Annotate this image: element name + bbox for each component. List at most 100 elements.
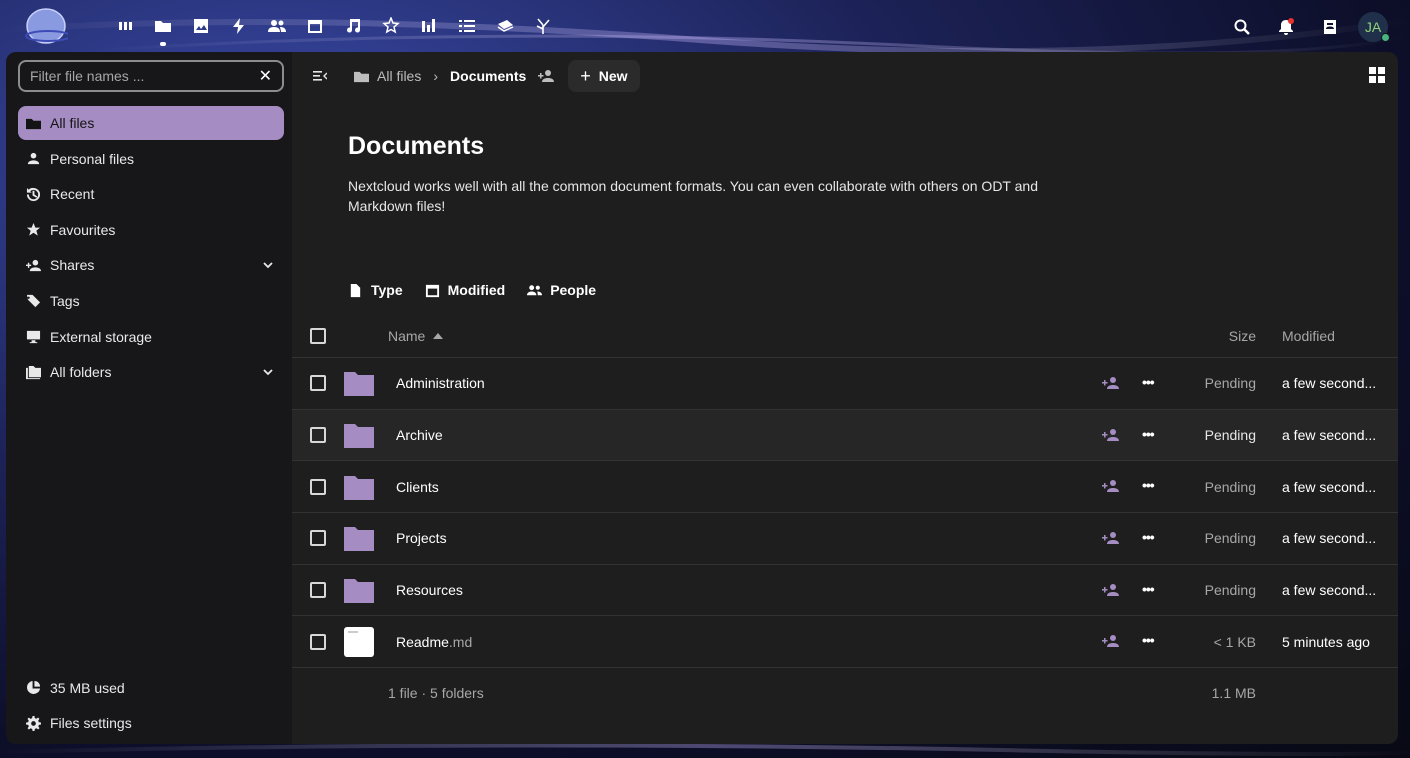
calendar-icon[interactable] [296, 12, 334, 40]
column-size-header[interactable]: Size [1229, 328, 1256, 344]
table-row[interactable]: Clients ••• Pending a few second... [292, 461, 1398, 514]
row-checkbox[interactable] [310, 478, 326, 495]
music-icon[interactable] [334, 12, 372, 40]
table-row[interactable]: Readme.md ••• < 1 KB 5 minutes ago [292, 616, 1398, 669]
more-actions-icon[interactable]: ••• [1142, 632, 1155, 648]
tag-icon [26, 293, 46, 309]
row-checkbox[interactable] [310, 582, 326, 599]
sidebar-item-personal-files[interactable]: Personal files [18, 142, 284, 176]
history-icon [26, 186, 46, 202]
file-size: Pending [1204, 375, 1256, 392]
more-actions-icon[interactable]: ••• [1142, 581, 1155, 597]
analytics-icon[interactable] [410, 12, 448, 40]
more-actions-icon[interactable]: ••• [1142, 374, 1155, 390]
app-menu [106, 12, 562, 46]
sidebar-item-external-storage[interactable]: External storage [18, 320, 284, 354]
filter-placeholder: Filter file names ... [30, 68, 145, 84]
sidebar-item-tags[interactable]: Tags [18, 284, 284, 318]
sidebar-item-all-folders[interactable]: All folders [18, 355, 284, 389]
column-modified-header[interactable]: Modified [1282, 328, 1335, 344]
share-icon[interactable] [1102, 479, 1120, 493]
file-modified: a few second... [1282, 530, 1377, 547]
table-row[interactable]: Administration ••• Pending a few second.… [292, 358, 1398, 410]
close-icon[interactable]: ✕ [259, 66, 272, 86]
table-row[interactable]: Resources ••• Pending a few second... [292, 565, 1398, 617]
sidebar-item-label: Shares [50, 257, 95, 274]
files-icon[interactable] [144, 12, 182, 46]
filter-bar: Type Modified People [348, 282, 596, 298]
toggle-sidebar-button[interactable] [302, 60, 338, 92]
select-all-checkbox[interactable] [310, 327, 326, 344]
file-name[interactable]: Clients [396, 479, 439, 495]
file-name[interactable]: Projects [396, 530, 447, 546]
photos-icon[interactable] [182, 12, 220, 40]
more-actions-icon[interactable]: ••• [1142, 477, 1155, 493]
share-icon[interactable] [1102, 634, 1120, 648]
user-initials: JA [1364, 19, 1382, 35]
files-app-window: Filter file names ... ✕ All files Person… [6, 52, 1398, 744]
markdown-file-icon [344, 626, 374, 657]
tasks-icon[interactable] [448, 12, 486, 40]
sidebar-item-label: All files [50, 115, 95, 131]
sidebar-item-label: Personal files [50, 150, 135, 167]
stars-icon[interactable] [372, 12, 410, 40]
share-icon[interactable] [1102, 376, 1120, 390]
share-folder-icon[interactable] [532, 69, 560, 83]
row-checkbox[interactable] [310, 530, 326, 547]
header-actions: JA [1226, 12, 1390, 42]
activity-icon[interactable] [220, 12, 258, 40]
grid-view-icon[interactable] [1368, 66, 1386, 84]
sidebar-item-all-files[interactable]: All files [18, 106, 284, 140]
table-row[interactable]: Projects ••• Pending a few second... [292, 513, 1398, 565]
more-actions-icon[interactable]: ••• [1142, 426, 1155, 442]
share-icon[interactable] [1102, 531, 1120, 545]
sidebar-nav: All files Personal files Recent Favourit… [18, 106, 284, 391]
table-row[interactable]: Archive ••• Pending a few second... [292, 409, 1398, 462]
sidebar-item-recent[interactable]: Recent [18, 177, 284, 211]
files-settings-button[interactable]: Files settings [18, 706, 284, 740]
filter-modified-button[interactable]: Modified [425, 282, 505, 298]
file-name[interactable]: Readme.md [396, 634, 472, 650]
share-icon[interactable] [1102, 428, 1120, 442]
row-checkbox[interactable] [310, 633, 326, 650]
row-checkbox[interactable] [310, 427, 326, 444]
file-size: Pending [1204, 530, 1256, 547]
filter-file-names-input[interactable]: Filter file names ... ✕ [18, 60, 284, 92]
notification-dot [1288, 18, 1294, 24]
folder-icon [344, 525, 374, 552]
deck-icon[interactable] [486, 12, 524, 40]
filter-people-label: People [550, 282, 597, 298]
filter-type-button[interactable]: Type [348, 282, 403, 298]
gear-icon [26, 715, 46, 731]
notifications-bell-icon[interactable] [1270, 13, 1302, 41]
user-avatar[interactable]: JA [1358, 12, 1390, 42]
logo-icon[interactable] [24, 6, 68, 46]
filter-people-button[interactable]: People [527, 282, 596, 298]
flow-icon[interactable] [524, 12, 562, 40]
folders-icon [26, 364, 46, 380]
share-icon[interactable] [1102, 583, 1120, 597]
file-name[interactable]: Archive [396, 427, 443, 443]
file-size: Pending [1204, 582, 1256, 599]
file-name[interactable]: Resources [396, 582, 463, 598]
storage-usage[interactable]: 35 MB used [18, 671, 284, 705]
chevron-down-icon[interactable] [262, 365, 274, 377]
breadcrumb-all-files[interactable]: All files [354, 68, 421, 84]
row-checkbox[interactable] [310, 375, 326, 392]
sidebar-item-favourites[interactable]: Favourites [18, 213, 284, 247]
breadcrumb-current[interactable]: Documents [450, 68, 526, 84]
sidebar-item-label: Recent [50, 186, 95, 203]
sidebar-item-shares[interactable]: Shares [18, 248, 284, 282]
dashboard-icon[interactable] [106, 12, 144, 40]
new-button[interactable]: + New [568, 60, 640, 92]
search-icon[interactable] [1226, 13, 1258, 41]
filter-type-label: Type [371, 282, 403, 298]
file-name[interactable]: Administration [396, 375, 485, 391]
contacts-menu-icon[interactable] [1314, 13, 1346, 41]
column-name-header[interactable]: Name [388, 328, 444, 344]
chevron-down-icon[interactable] [262, 258, 274, 270]
file-modified: 5 minutes ago [1282, 633, 1370, 650]
folder-icon [344, 474, 374, 500]
contacts-icon[interactable] [258, 12, 296, 40]
more-actions-icon[interactable]: ••• [1142, 529, 1155, 545]
